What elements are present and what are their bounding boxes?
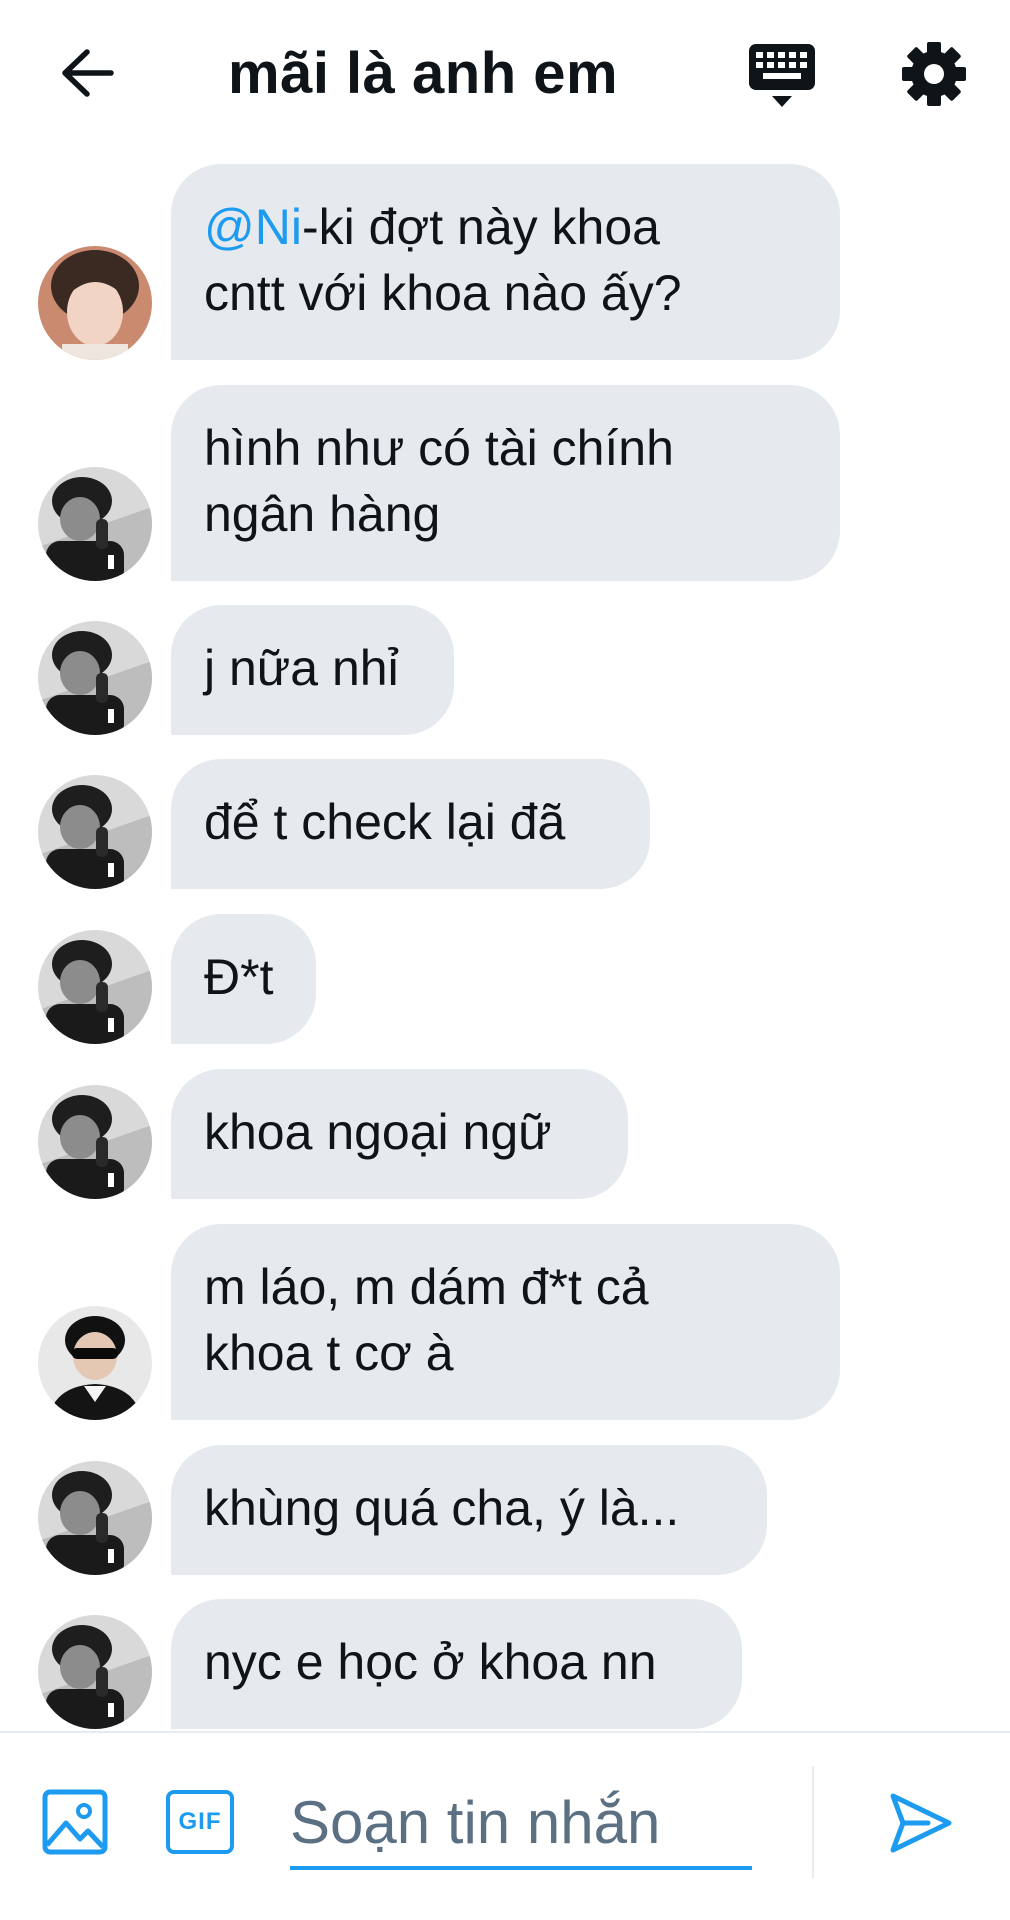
message-text: hình như có tài chính ngân hàng: [204, 420, 674, 542]
message-text: khoa ngoại ngữ: [204, 1104, 552, 1160]
avatar-user-2: [38, 621, 152, 735]
message-bubble[interactable]: nyc e học ở khoa nn: [171, 1599, 742, 1729]
avatar[interactable]: [38, 621, 152, 735]
message-list[interactable]: @Ni-ki đợt này khoa cntt với khoa nào ấy…: [0, 150, 1010, 1730]
mention-link[interactable]: @Ni: [204, 199, 302, 255]
arrow-left-icon: [62, 49, 114, 97]
avatar-user-1: [38, 246, 152, 360]
settings-button[interactable]: [900, 40, 968, 108]
image-icon: [42, 1789, 108, 1855]
avatar-user-2: [38, 467, 152, 581]
avatar-user-3: [38, 1306, 152, 1420]
add-gif-button[interactable]: GIF: [166, 1790, 234, 1854]
gif-label: GIF: [178, 1808, 222, 1835]
message-text: j nữa nhỉ: [204, 640, 399, 696]
message-bubble[interactable]: khùng quá cha, ý là...: [171, 1445, 767, 1575]
avatar[interactable]: [38, 246, 152, 360]
message-text: để t check lại đã: [204, 794, 566, 850]
add-media-button[interactable]: [42, 1789, 108, 1855]
composer-divider: [812, 1766, 814, 1878]
message-bubble[interactable]: Đ*t: [171, 914, 316, 1044]
message-bubble[interactable]: để t check lại đã: [171, 759, 650, 889]
avatar[interactable]: [38, 775, 152, 889]
message-input-underline: [290, 1866, 752, 1870]
message-bubble[interactable]: @Ni-ki đợt này khoa cntt với khoa nào ấy…: [171, 164, 840, 360]
avatar-user-2: [38, 930, 152, 1044]
keyboard-icon: [749, 44, 815, 107]
message-text: nyc e học ở khoa nn: [204, 1634, 657, 1690]
avatar[interactable]: [38, 1461, 152, 1575]
message-text: Đ*t: [204, 949, 274, 1005]
message-composer: GIF: [0, 1731, 1010, 1920]
message-bubble[interactable]: m láo, m dám đ*t cả khoa t cơ à: [171, 1224, 840, 1420]
message-text: khùng quá cha, ý là...: [204, 1480, 680, 1536]
avatar[interactable]: [38, 1306, 152, 1420]
conversation-header: mãi là anh em: [0, 0, 1010, 150]
send-button[interactable]: [888, 1790, 954, 1856]
message-input[interactable]: [290, 1777, 750, 1867]
avatar[interactable]: [38, 467, 152, 581]
back-button[interactable]: [52, 38, 122, 108]
avatar[interactable]: [38, 1085, 152, 1199]
avatar-user-2: [38, 1085, 152, 1199]
message-bubble[interactable]: j nữa nhỉ: [171, 605, 454, 735]
send-icon: [890, 1793, 952, 1853]
avatar-user-2: [38, 1615, 152, 1729]
message-bubble[interactable]: hình như có tài chính ngân hàng: [171, 385, 840, 581]
message-bubble[interactable]: khoa ngoại ngữ: [171, 1069, 628, 1199]
avatar[interactable]: [38, 930, 152, 1044]
avatar[interactable]: [38, 1615, 152, 1729]
avatar-user-2: [38, 775, 152, 889]
message-text: m láo, m dám đ*t cả khoa t cơ à: [204, 1259, 649, 1381]
avatar-user-2: [38, 1461, 152, 1575]
gear-icon: [902, 42, 966, 106]
keyboard-button[interactable]: [745, 40, 821, 114]
conversation-title: mãi là anh em: [228, 41, 619, 106]
